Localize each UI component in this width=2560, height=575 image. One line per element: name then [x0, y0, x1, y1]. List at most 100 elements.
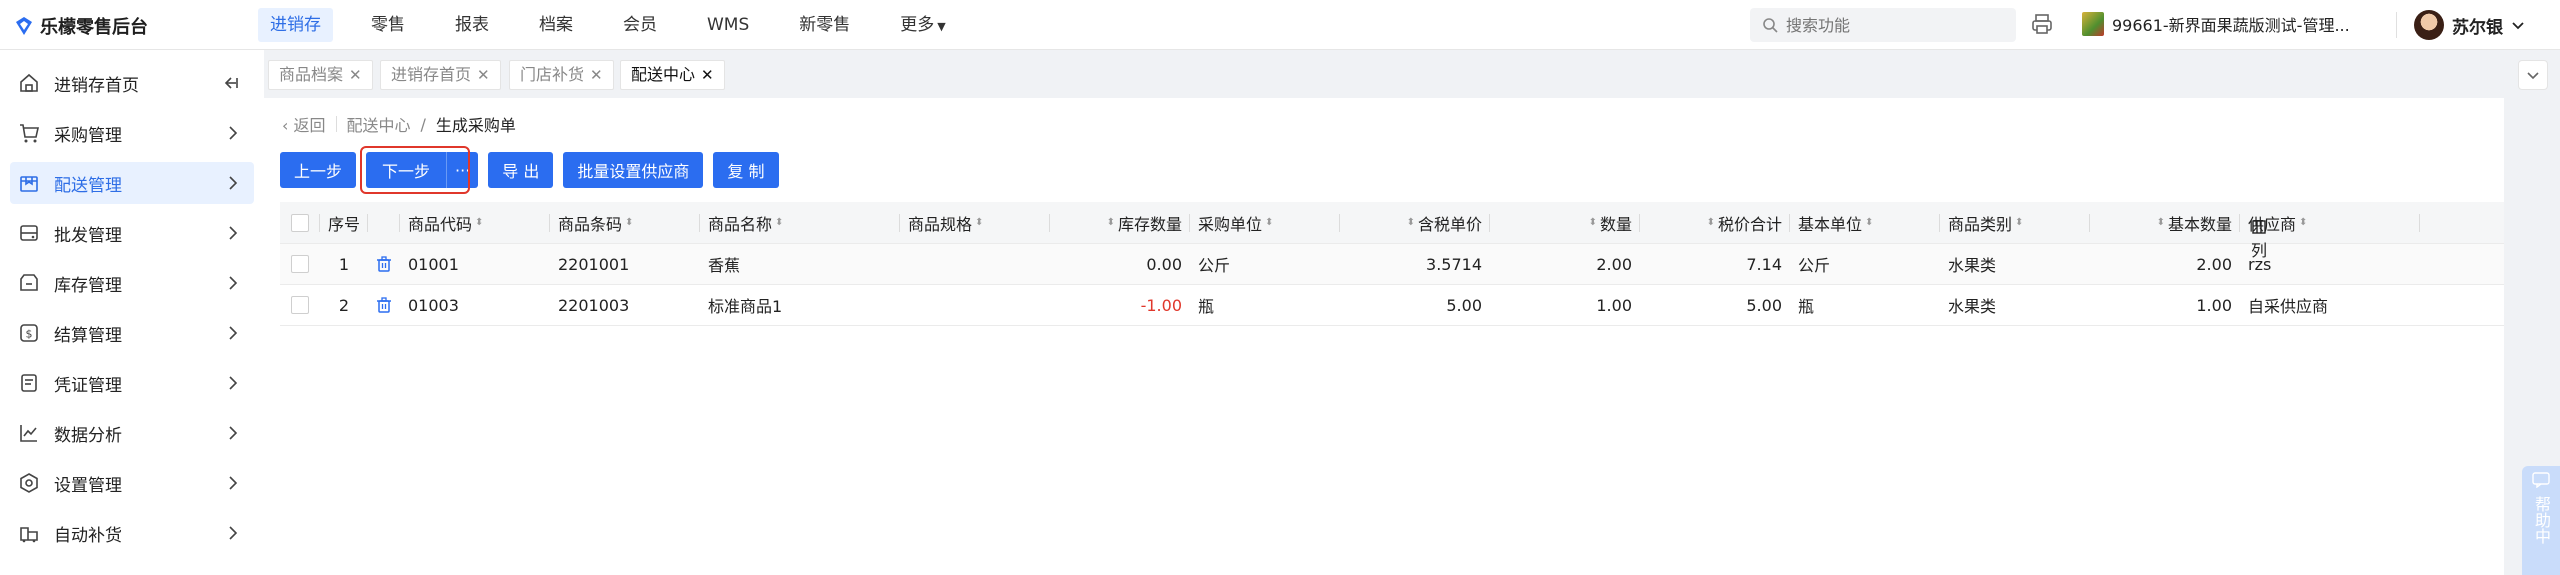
back-link[interactable]: ‹ 返回: [282, 112, 326, 136]
column-header[interactable]: ⬍ 数量: [1490, 202, 1640, 243]
sidebar-item-settlement[interactable]: $ 结算管理: [10, 312, 254, 354]
batch-set-supplier-button[interactable]: 批量设置供应商: [563, 152, 704, 188]
column-header[interactable]: ⬍ 库存数量: [1050, 202, 1190, 243]
breadcrumb: ‹ 返回 配送中心 / 生成采购单: [282, 112, 516, 136]
store-switcher[interactable]: 99661-新界面果蔬版测试-管理...: [2082, 12, 2350, 36]
sort-icon: ⬍: [475, 216, 484, 228]
column-header[interactable]: 商品名称 ⬍: [700, 202, 900, 243]
nav-item-new-retail[interactable]: 新零售: [787, 8, 862, 42]
collapse-sidebar-icon[interactable]: [222, 74, 240, 97]
avatar: [2414, 10, 2444, 40]
top-bar: 乐檬零售后台 进销存 零售 报表 档案 会员 WMS 新零售 更多▼ 99661…: [0, 0, 2560, 50]
column-header[interactable]: ⬍ 基本数量: [2090, 202, 2240, 243]
nav-item-wms[interactable]: WMS: [695, 8, 761, 42]
chevron-down-icon: [2512, 22, 2524, 30]
sidebar-item-label: 结算管理: [54, 325, 122, 346]
close-icon[interactable]: ✕: [349, 61, 362, 89]
table-header: 序号 商品代码 ⬍ 商品条码 ⬍ 商品名称 ⬍ 商品规格 ⬍ ⬍ 库存数量 采购单位 ⬍ ⬍…: [280, 202, 2504, 244]
user-name: 苏尔银: [2452, 17, 2503, 38]
tab-product-archive[interactable]: 商品档案 ✕: [268, 60, 373, 90]
search-box[interactable]: [1750, 8, 2016, 42]
sort-icon: ⬍: [975, 216, 984, 228]
column-header[interactable]: 商品规格 ⬍: [900, 202, 1050, 243]
tab-delivery-center[interactable]: 配送中心 ✕: [620, 60, 725, 90]
sidebar-item-wholesale[interactable]: 批发管理: [10, 212, 254, 254]
back-label: 返回: [293, 116, 326, 135]
nav-item-inventory[interactable]: 进销存: [258, 8, 333, 42]
column-header[interactable]: 采购单位 ⬍: [1190, 202, 1340, 243]
cell-base-quantity: 2.00: [2196, 254, 2232, 274]
cell-total: 5.00: [1746, 295, 1782, 315]
chevron-right-icon: [226, 524, 240, 547]
user-menu[interactable]: 苏尔银: [2414, 10, 2525, 40]
help-center-button[interactable]: 帮助中: [2522, 466, 2560, 575]
sidebar-item-settings[interactable]: 设置管理: [10, 462, 254, 504]
row-checkbox[interactable]: [291, 255, 309, 273]
sidebar-item-label: 批发管理: [54, 225, 122, 246]
row-checkbox-cell: [280, 285, 320, 325]
nav-more-label: 更多: [900, 15, 935, 35]
divider: [335, 116, 337, 132]
app-logo[interactable]: 乐檬零售后台: [14, 13, 148, 39]
tab-store-replenish[interactable]: 门店补货 ✕: [509, 60, 614, 90]
select-all-checkbox-cell: [280, 202, 320, 243]
cell-quantity[interactable]: 2.00: [1490, 244, 1640, 284]
tab-label: 门店补货: [520, 65, 585, 84]
column-header[interactable]: 商品代码 ⬍: [400, 202, 550, 243]
sort-icon: ⬍: [775, 216, 784, 228]
column-label: 税价合计: [1717, 214, 1782, 234]
column-header[interactable]: ⬍ 含税单价: [1340, 202, 1490, 243]
sidebar-item-purchase[interactable]: 采购管理: [10, 112, 254, 154]
column-header[interactable]: 基本单位 ⬍: [1790, 202, 1940, 243]
sidebar-item-voucher[interactable]: 凭证管理: [10, 362, 254, 404]
column-label: 商品代码: [408, 214, 473, 234]
next-step-more-button[interactable]: ···: [446, 152, 479, 188]
close-icon[interactable]: ✕: [701, 61, 714, 89]
column-header[interactable]: 商品类别 ⬍: [1940, 202, 2090, 243]
sidebar-item-label: 库存管理: [54, 275, 122, 296]
delete-row-button[interactable]: [368, 285, 400, 325]
nav-item-more[interactable]: 更多 ▼: [888, 8, 957, 42]
nav-item-members[interactable]: 会员: [611, 8, 669, 42]
cell-supplier[interactable]: 自采供应商: [2240, 285, 2420, 325]
sidebar-item-analytics[interactable]: 数据分析: [10, 412, 254, 454]
app-title: 乐檬零售后台: [40, 17, 148, 38]
nav-item-archive[interactable]: 档案: [527, 8, 585, 42]
row-checkbox[interactable]: [291, 296, 309, 314]
prev-step-button[interactable]: 上一步: [280, 152, 357, 188]
column-header[interactable]: 商品条码 ⬍: [550, 202, 700, 243]
cell-quantity[interactable]: 1.00: [1490, 285, 1640, 325]
column-settings-button[interactable]: 列: [2244, 218, 2274, 262]
tab-inventory-home[interactable]: 进销存首页 ✕: [380, 60, 501, 90]
cell-spec: [900, 285, 1050, 325]
close-icon[interactable]: ✕: [477, 61, 490, 89]
nav-item-reports[interactable]: 报表: [443, 8, 501, 42]
delete-row-button[interactable]: [368, 244, 400, 284]
table-row[interactable]: 2 01003 2201003 标准商品1 -1.00 瓶 5.00 1.00 …: [280, 285, 2504, 326]
nav-item-retail[interactable]: 零售: [359, 8, 417, 42]
cell-base-quantity: 1.00: [2196, 295, 2232, 315]
tab-label: 商品档案: [279, 65, 344, 84]
cell-unit-price[interactable]: 5.00: [1340, 285, 1490, 325]
search-input[interactable]: [1786, 15, 1986, 35]
next-step-button[interactable]: 下一步: [366, 152, 447, 188]
table-row[interactable]: 1 01001 2201001 香蕉 0.00 公斤 3.5714 2.00 7…: [280, 244, 2504, 285]
column-header-actions: [368, 202, 400, 243]
sort-icon: ⬍: [2299, 216, 2308, 228]
export-button[interactable]: 导 出: [488, 152, 554, 188]
sidebar-item-inventory-home[interactable]: 进销存首页: [10, 62, 254, 104]
voucher-icon: [16, 370, 42, 396]
sidebar-item-inventory[interactable]: 库存管理: [10, 262, 254, 304]
printer-icon[interactable]: [2030, 12, 2054, 36]
cell-category: 水果类: [1948, 297, 1997, 316]
sidebar-item-delivery[interactable]: 配送管理: [10, 162, 254, 204]
close-icon[interactable]: ✕: [590, 61, 603, 89]
column-header[interactable]: ⬍ 税价合计: [1640, 202, 1790, 243]
logo-icon: [16, 17, 32, 35]
tab-dropdown-button[interactable]: [2518, 60, 2548, 90]
sidebar-item-auto-replenish[interactable]: 自动补货: [10, 512, 254, 554]
copy-button[interactable]: 复 制: [713, 152, 779, 188]
breadcrumb-parent[interactable]: 配送中心: [347, 112, 411, 136]
select-all-checkbox[interactable]: [291, 213, 309, 232]
cell-unit-price[interactable]: 3.5714: [1340, 244, 1490, 284]
